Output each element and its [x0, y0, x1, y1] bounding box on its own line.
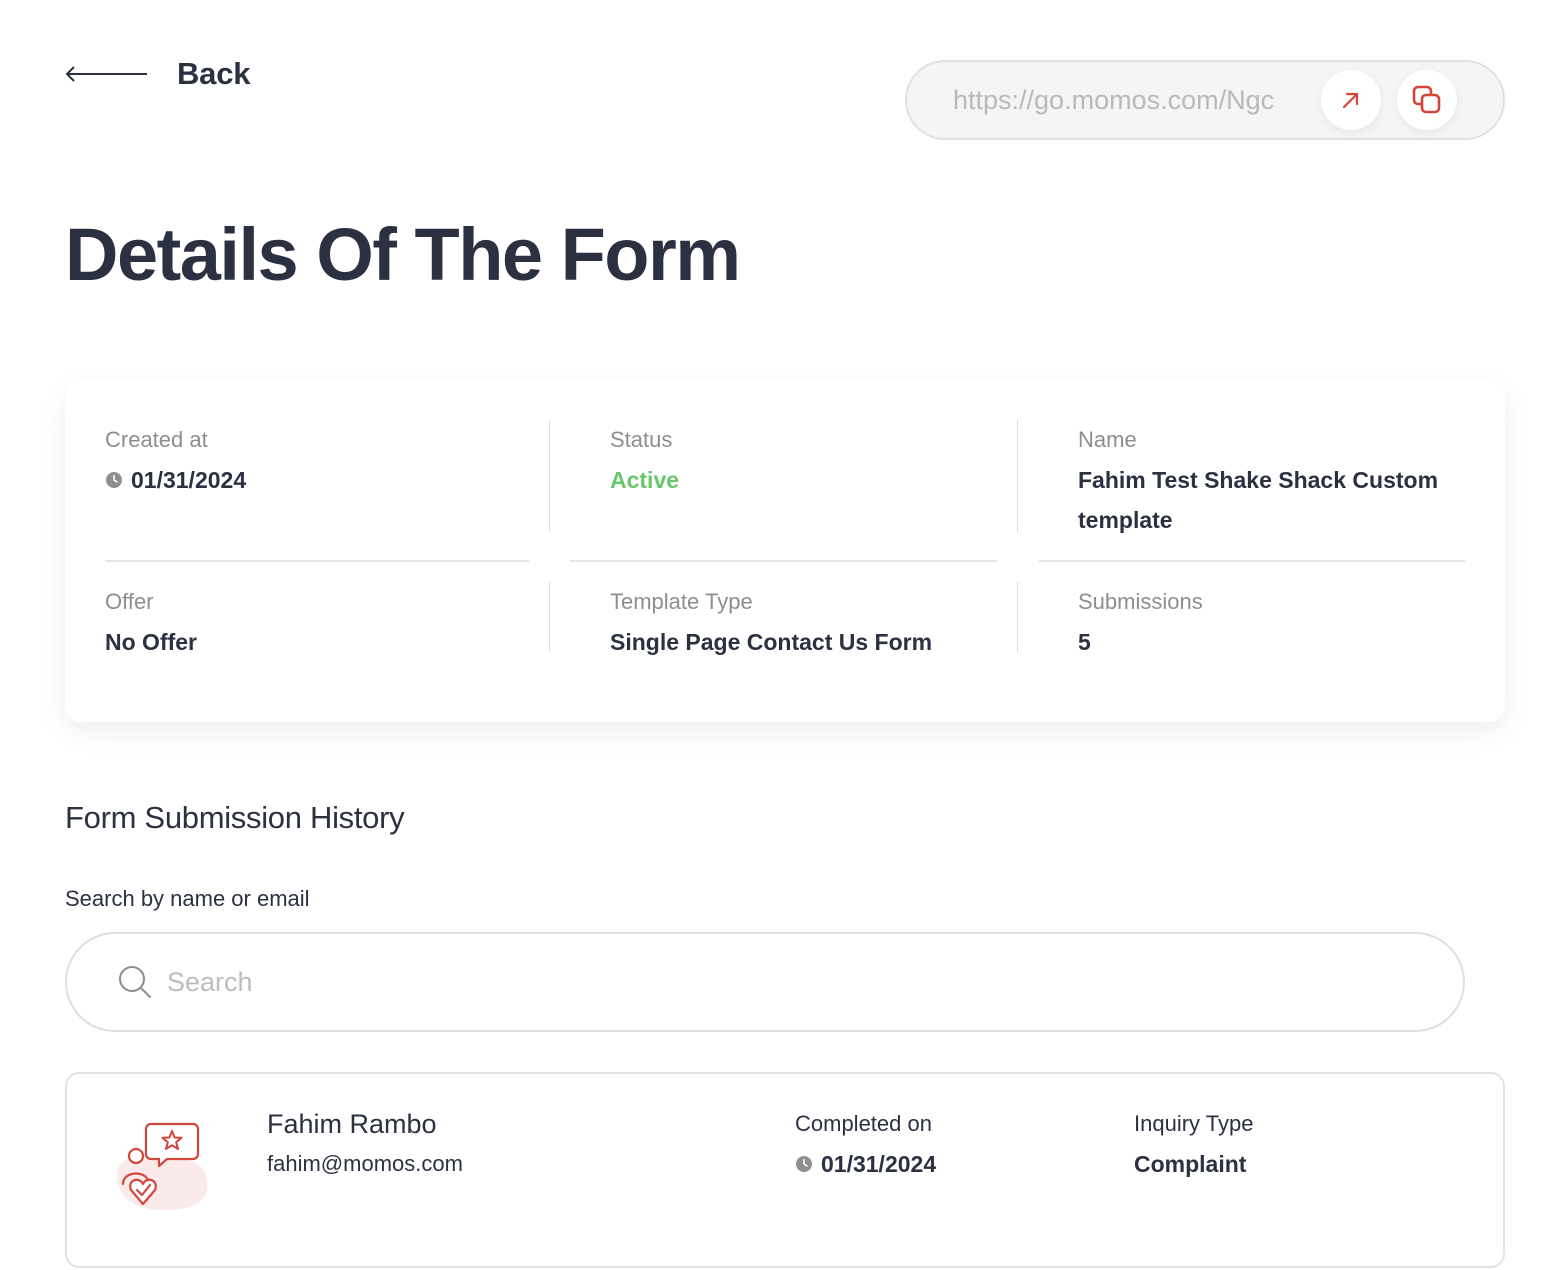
open-link-button[interactable]	[1321, 70, 1381, 130]
completed-on-value: 01/31/2024	[821, 1151, 937, 1177]
submission-row[interactable]: Fahim Rambo fahim@momos.com Completed on…	[65, 1072, 1505, 1268]
form-url-box: https://go.momos.com/Ngc	[905, 60, 1505, 140]
search-icon	[119, 966, 151, 998]
submitter-name: Fahim Rambo	[267, 1109, 437, 1139]
arrow-up-right-icon	[1342, 92, 1359, 109]
status-label: Status	[610, 427, 673, 452]
divider	[570, 560, 997, 562]
page-title: Details Of The Form	[65, 213, 741, 296]
history-title: Form Submission History	[65, 800, 405, 835]
inquiry-type-cell: Inquiry Type Complaint	[1134, 1104, 1253, 1184]
template-type-cell: Template Type Single Page Contact Us For…	[610, 582, 932, 662]
name-value: Fahim Test Shake Shack Custom template	[1078, 467, 1439, 533]
clock-icon	[106, 472, 122, 488]
created-at-cell: Created at 01/31/2024	[105, 420, 246, 500]
template-type-label: Template Type	[610, 589, 753, 614]
copy-link-button[interactable]	[1397, 70, 1457, 130]
copy-icon	[1412, 85, 1441, 114]
arrow-left-icon	[65, 66, 147, 82]
submissions-value: 5	[1078, 629, 1091, 655]
divider	[1039, 560, 1465, 562]
feedback-illustration-icon	[116, 1122, 208, 1210]
search-label: Search by name or email	[65, 886, 310, 911]
divider	[549, 582, 550, 652]
back-label: Back	[177, 56, 251, 91]
offer-label: Offer	[105, 589, 154, 614]
divider	[549, 420, 550, 532]
inquiry-type-value: Complaint	[1134, 1151, 1247, 1177]
name-cell: Name Fahim Test Shake Shack Custom templ…	[1078, 420, 1468, 540]
back-link[interactable]: Back	[65, 56, 251, 92]
offer-value: No Offer	[105, 629, 197, 655]
submissions-cell: Submissions 5	[1078, 582, 1203, 662]
search-input[interactable]	[165, 952, 1463, 1012]
clock-icon	[796, 1156, 812, 1172]
status-value: Active	[610, 467, 680, 493]
completed-on-label: Completed on	[795, 1111, 932, 1136]
divider	[1017, 582, 1018, 652]
search-box	[65, 932, 1465, 1032]
inquiry-type-label: Inquiry Type	[1134, 1111, 1254, 1136]
offer-cell: Offer No Offer	[105, 582, 197, 662]
name-label: Name	[1078, 427, 1137, 452]
divider	[105, 560, 529, 562]
completed-on-cell: Completed on 01/31/2024	[795, 1104, 936, 1184]
form-url-text[interactable]: https://go.momos.com/Ngc	[953, 85, 1297, 116]
created-at-label: Created at	[105, 427, 208, 452]
form-details-card: Created at 01/31/2024 Status Active Name…	[65, 380, 1505, 722]
created-at-value-row: 01/31/2024	[105, 460, 246, 500]
completed-on-value-row: 01/31/2024	[795, 1144, 936, 1184]
created-at-value: 01/31/2024	[131, 467, 247, 493]
submitter-email: fahim@momos.com	[267, 1151, 463, 1176]
template-type-value: Single Page Contact Us Form	[610, 629, 933, 655]
submissions-label: Submissions	[1078, 589, 1203, 614]
status-cell: Status Active	[610, 420, 679, 500]
divider	[1017, 420, 1018, 532]
